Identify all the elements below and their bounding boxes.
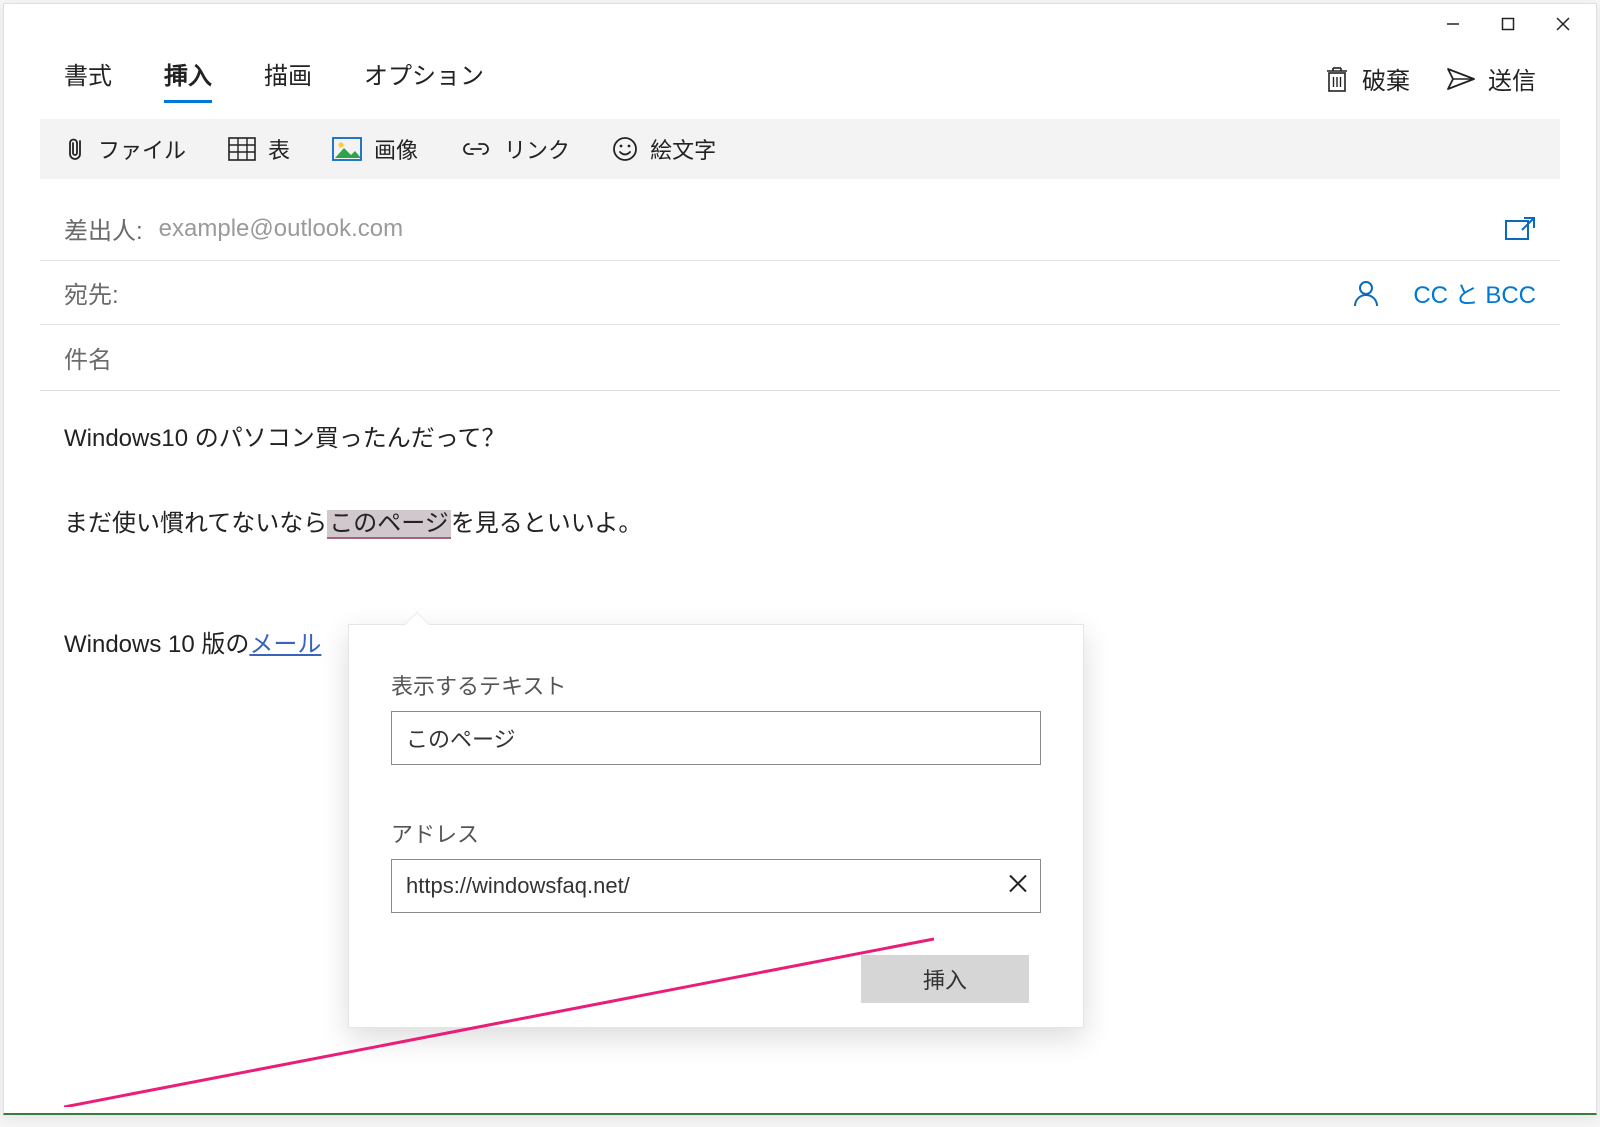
ribbon-tabs-row: 書式 挿入 描画 オプション 破棄 — [4, 44, 1596, 109]
from-value[interactable]: example@outlook.com — [159, 215, 403, 243]
body-line-2-prefix: まだ使い慣れてないなら — [64, 510, 327, 537]
display-text-input[interactable] — [391, 711, 1041, 765]
cc-bcc-link[interactable]: CC と BCC — [1413, 275, 1536, 310]
insert-link-label: リンク — [504, 133, 570, 165]
send-icon — [1446, 66, 1476, 92]
insert-file-button[interactable]: ファイル — [66, 133, 186, 165]
insert-table-label: 表 — [268, 133, 290, 165]
insert-table-button[interactable]: 表 — [228, 133, 290, 165]
body-line-3-prefix: Windows 10 版の — [64, 631, 249, 658]
popout-icon[interactable] — [1504, 215, 1536, 243]
close-icon — [1554, 15, 1572, 33]
insert-link-button[interactable]: リンク — [460, 133, 570, 165]
window-titlebar — [4, 4, 1596, 44]
clear-address-button[interactable] — [1007, 873, 1029, 900]
display-text-label: 表示するテキスト — [391, 669, 1041, 701]
insert-emoji-label: 絵文字 — [650, 133, 716, 165]
minimize-button[interactable] — [1425, 7, 1480, 41]
paperclip-icon — [66, 136, 86, 162]
insert-image-label: 画像 — [374, 133, 418, 165]
from-row: 差出人: example@outlook.com — [40, 197, 1560, 261]
insert-ribbon: ファイル 表 画像 — [40, 119, 1560, 179]
subject-row[interactable]: 件名 — [40, 325, 1560, 391]
discard-label: 破棄 — [1362, 61, 1410, 96]
maximize-button[interactable] — [1480, 7, 1535, 41]
close-button[interactable] — [1535, 7, 1590, 41]
minimize-icon — [1445, 16, 1461, 32]
image-icon — [332, 137, 362, 161]
body-line-2: まだ使い慣れてないならこのページを見るといいよ。 — [64, 504, 1536, 545]
compose-fields: 差出人: example@outlook.com 宛先: — [4, 179, 1596, 391]
insert-link-confirm-button[interactable]: 挿入 — [861, 955, 1029, 1003]
body-line-1: Windows10 のパソコン買ったんだって？ — [64, 419, 1536, 460]
to-label: 宛先: — [64, 275, 119, 310]
trash-icon — [1324, 65, 1350, 93]
contact-picker-icon[interactable] — [1353, 279, 1379, 307]
selected-hyperlink[interactable]: このページ — [327, 510, 451, 539]
subject-placeholder: 件名 — [64, 340, 112, 375]
mail-compose-window: 書式 挿入 描画 オプション 破棄 — [3, 3, 1597, 1115]
clear-icon — [1007, 873, 1029, 895]
emoji-icon — [612, 136, 638, 162]
body-line-2-suffix: を見るといいよ。 — [451, 510, 643, 537]
link-icon — [460, 139, 492, 159]
tab-format[interactable]: 書式 — [64, 56, 112, 101]
body-mail-link[interactable]: メール — [249, 631, 321, 658]
send-button[interactable]: 送信 — [1446, 61, 1536, 96]
discard-button[interactable]: 破棄 — [1324, 61, 1410, 96]
tab-insert[interactable]: 挿入 — [164, 56, 212, 101]
tab-options[interactable]: オプション — [364, 56, 484, 101]
address-label: アドレス — [391, 817, 1041, 849]
send-label: 送信 — [1488, 61, 1536, 96]
tab-draw[interactable]: 描画 — [264, 56, 312, 101]
ribbon-tabs: 書式 挿入 描画 オプション — [64, 56, 484, 101]
address-input[interactable] — [391, 859, 1041, 913]
to-row[interactable]: 宛先: CC と BCC — [40, 261, 1560, 325]
insert-link-dialog: 表示するテキスト アドレス 挿入 — [348, 624, 1084, 1028]
maximize-icon — [1500, 16, 1516, 32]
compose-actions: 破棄 送信 — [1324, 61, 1536, 96]
insert-image-button[interactable]: 画像 — [332, 133, 418, 165]
insert-emoji-button[interactable]: 絵文字 — [612, 133, 716, 165]
table-icon — [228, 137, 256, 161]
from-label: 差出人: — [64, 211, 143, 246]
insert-file-label: ファイル — [98, 133, 186, 165]
